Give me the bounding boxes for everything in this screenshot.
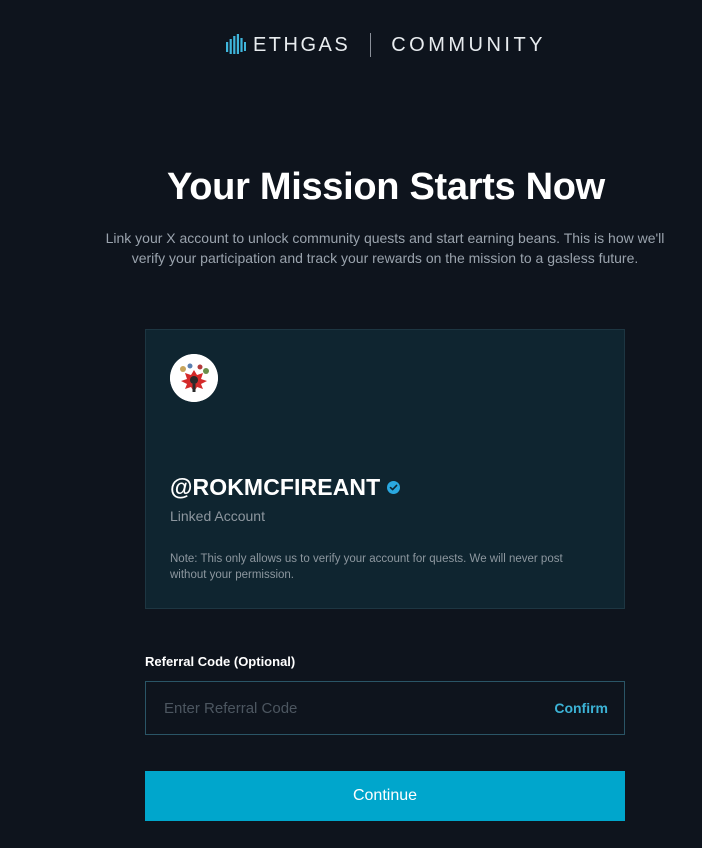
user-avatar-icon [170, 354, 218, 402]
verified-check-icon [387, 481, 401, 494]
page-subtitle: Link your X account to unlock community … [105, 230, 665, 266]
handle-row: @ROKMCFIREANT [170, 474, 401, 501]
x-handle: @ROKMCFIREANT [170, 474, 381, 500]
ethgas-bars-logo-icon [225, 34, 246, 56]
referral-code-label: Referral Code (Optional) [145, 654, 296, 669]
linked-account-card: @ROKMCFIREANT Linked Account Note: This … [145, 329, 625, 609]
brand-section-label: COMMUNITY [391, 33, 547, 56]
brand-logo[interactable]: ETHGAS [225, 33, 351, 57]
permission-note: Note: This only allows us to verify your… [170, 553, 563, 581]
brand-header: ETHGAS COMMUNITY [0, 30, 702, 60]
page: ETHGAS COMMUNITY Your Mission Starts Now… [0, 0, 702, 848]
page-title: Your Mission Starts Now [167, 166, 605, 208]
referral-code-field: Confirm [145, 681, 625, 735]
referral-code-input[interactable] [146, 682, 545, 734]
confirm-referral-button[interactable]: Confirm [544, 700, 624, 716]
brand-divider [370, 33, 372, 57]
linked-account-status: Linked Account [170, 508, 265, 524]
continue-button[interactable]: Continue [145, 771, 625, 821]
brand-name: ETHGAS [252, 33, 351, 56]
